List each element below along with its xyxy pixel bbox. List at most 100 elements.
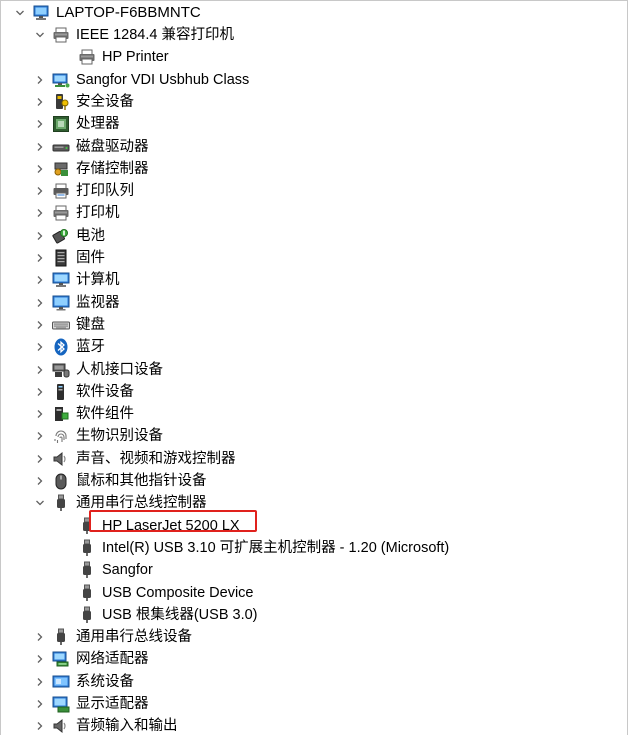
tree-item[interactable]: 电池 xyxy=(34,225,105,247)
tree-item-label: 生物识别设备 xyxy=(76,428,163,445)
chevron-down-icon[interactable] xyxy=(34,24,46,46)
tree-item[interactable]: 安全设备 xyxy=(34,91,134,113)
fingerprint-icon xyxy=(52,427,70,445)
chevron-down-icon[interactable] xyxy=(14,2,26,24)
chevron-right-icon[interactable] xyxy=(34,247,46,269)
tree-item[interactable]: 生物识别设备 xyxy=(34,425,163,447)
chevron-right-icon[interactable] xyxy=(34,314,46,336)
tree-item-label: 网络适配器 xyxy=(76,651,149,668)
tree-item[interactable]: 音频输入和输出 xyxy=(34,715,178,737)
tree-item[interactable]: 打印队列 xyxy=(34,180,134,202)
tree-item-label: IEEE 1284.4 兼容打印机 xyxy=(76,27,234,43)
tree-item-label: 安全设备 xyxy=(76,93,134,110)
chevron-right-icon[interactable] xyxy=(34,425,46,447)
tree-item-label: 鼠标和其他指针设备 xyxy=(76,473,207,489)
tree-item-label: Sangfor xyxy=(102,562,153,579)
tree-item[interactable]: 网络适配器 xyxy=(34,648,149,670)
battery-icon xyxy=(52,227,70,245)
computer-icon xyxy=(52,271,70,289)
chevron-right-icon[interactable] xyxy=(34,269,46,291)
tree-item[interactable]: 固件 xyxy=(34,247,105,269)
tree-item-label: 声音、视频和游戏控制器 xyxy=(76,450,236,467)
tree-item-label: HP LaserJet 5200 LX xyxy=(102,517,240,534)
tree-item-label: 打印队列 xyxy=(76,183,134,200)
tree-item-label: 音频输入和输出 xyxy=(76,718,178,735)
security-key-icon xyxy=(52,93,70,111)
chevron-right-icon[interactable] xyxy=(34,470,46,492)
chevron-right-icon[interactable] xyxy=(34,136,46,158)
tree-item-label: 计算机 xyxy=(76,272,120,289)
chevron-right-icon[interactable] xyxy=(34,336,46,358)
chevron-right-icon[interactable] xyxy=(34,648,46,670)
system-device-icon xyxy=(52,673,70,691)
chevron-right-icon[interactable] xyxy=(34,91,46,113)
chevron-right-icon[interactable] xyxy=(34,158,46,180)
tree-item[interactable]: Intel(R) USB 3.10 可扩展主机控制器 - 1.20 (Micro… xyxy=(78,537,449,559)
chevron-right-icon[interactable] xyxy=(34,113,46,135)
software-device-icon xyxy=(52,383,70,401)
tree-item[interactable]: 通用串行总线控制器 xyxy=(34,492,207,514)
tree-item[interactable]: 键盘 xyxy=(34,314,105,336)
chevron-right-icon[interactable] xyxy=(34,292,46,314)
chevron-right-icon[interactable] xyxy=(34,448,46,470)
chevron-right-icon[interactable] xyxy=(34,671,46,693)
tree-item[interactable]: 显示适配器 xyxy=(34,693,149,715)
mouse-icon xyxy=(52,472,70,490)
tree-item[interactable]: 监视器 xyxy=(34,292,120,314)
tree-item-label: HP Printer xyxy=(102,49,169,66)
tree-item[interactable]: 系统设备 xyxy=(34,671,134,693)
tree-item-label: USB Composite Device xyxy=(102,584,254,601)
tree-root[interactable]: LAPTOP-F6BBMNTC xyxy=(14,2,201,24)
usb-icon xyxy=(78,539,96,557)
tree-item[interactable]: USB 根集线器(USB 3.0) xyxy=(78,604,258,626)
display-adapter-icon xyxy=(52,695,70,713)
chevron-right-icon[interactable] xyxy=(34,693,46,715)
tree-item[interactable]: 声音、视频和游戏控制器 xyxy=(34,448,236,470)
chevron-right-icon[interactable] xyxy=(34,626,46,648)
tree-item[interactable]: 鼠标和其他指针设备 xyxy=(34,470,207,492)
chevron-right-icon[interactable] xyxy=(34,180,46,202)
firmware-icon xyxy=(52,249,70,267)
tree-item-label: 电池 xyxy=(76,227,105,244)
tree-item-label: 存储控制器 xyxy=(76,160,149,177)
tree-item-label: 监视器 xyxy=(76,294,120,311)
tree-item[interactable]: 通用串行总线设备 xyxy=(34,626,192,648)
tree-item[interactable]: 处理器 xyxy=(34,113,120,135)
speaker-icon xyxy=(52,450,70,468)
tree-item[interactable]: 软件组件 xyxy=(34,403,134,425)
tree-item[interactable]: IEEE 1284.4 兼容打印机 xyxy=(34,24,234,46)
usb-icon xyxy=(52,628,70,646)
chevron-right-icon[interactable] xyxy=(34,715,46,737)
tree-item-highlighted[interactable]: HP LaserJet 5200 LX xyxy=(78,515,240,537)
printer-icon xyxy=(52,26,70,44)
chevron-right-icon[interactable] xyxy=(34,202,46,224)
chevron-right-icon[interactable] xyxy=(34,225,46,247)
usb-icon xyxy=(78,517,96,535)
tree-item-label: 蓝牙 xyxy=(76,339,105,356)
tree-item-label: 软件设备 xyxy=(76,383,134,400)
tree-item[interactable]: 存储控制器 xyxy=(34,158,149,180)
tree-item[interactable]: 磁盘驱动器 xyxy=(34,136,149,158)
usb-icon xyxy=(78,584,96,602)
tree-item-label: 处理器 xyxy=(76,116,120,133)
tree-item[interactable]: 蓝牙 xyxy=(34,336,105,358)
tree-item[interactable]: 计算机 xyxy=(34,269,120,291)
tree-item[interactable]: Sangfor VDI Usbhub Class xyxy=(34,69,249,91)
chevron-right-icon[interactable] xyxy=(34,381,46,403)
chevron-right-icon[interactable] xyxy=(34,69,46,91)
chevron-down-icon[interactable] xyxy=(34,492,46,514)
chevron-right-icon[interactable] xyxy=(34,359,46,381)
tree-item[interactable]: 打印机 xyxy=(34,202,120,224)
network-adapter-icon xyxy=(52,650,70,668)
tree-item[interactable]: Sangfor xyxy=(78,559,153,581)
print-queue-icon xyxy=(52,182,70,200)
storage-controller-icon xyxy=(52,160,70,178)
tree-item[interactable]: HP Printer xyxy=(78,46,169,68)
tree-item-label: 软件组件 xyxy=(76,406,134,423)
chevron-right-icon[interactable] xyxy=(34,403,46,425)
tree-item[interactable]: 人机接口设备 xyxy=(34,359,163,381)
processor-icon xyxy=(52,115,70,133)
tree-item[interactable]: USB Composite Device xyxy=(78,582,254,604)
tree-item[interactable]: 软件设备 xyxy=(34,381,134,403)
tree-root-label: LAPTOP-F6BBMNTC xyxy=(56,4,201,21)
